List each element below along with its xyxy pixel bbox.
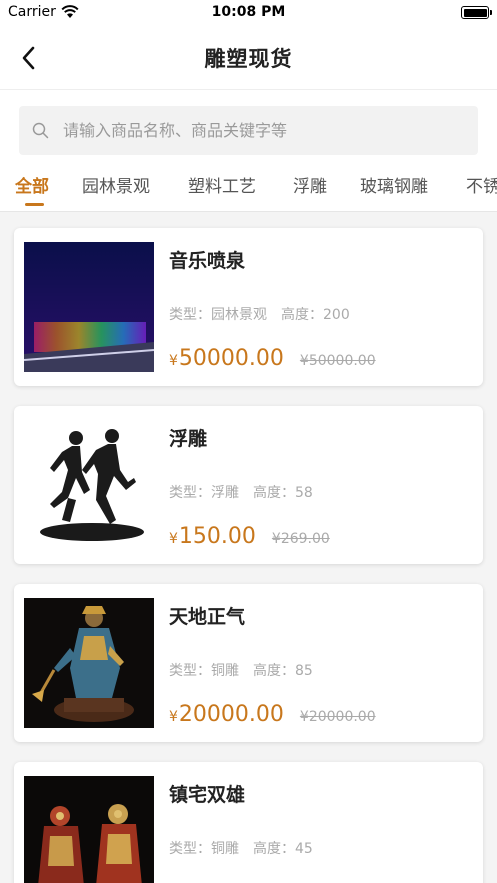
height-label: 高度： <box>281 307 323 323</box>
tab-all[interactable]: 全部 <box>15 172 49 204</box>
product-card[interactable]: 音乐喷泉 类型：园林景观 高度：200 ¥ 50000.00 ¥50000.00 <box>14 228 483 386</box>
type-value: 浮雕 <box>211 485 239 501</box>
product-meta: 类型：园林景观 高度：200 <box>169 304 358 324</box>
tab-relief[interactable]: 浮雕 <box>293 172 327 204</box>
height-label: 高度： <box>253 485 295 501</box>
product-image-twin-guardians <box>24 776 154 883</box>
original-price: ¥269.00 <box>271 531 330 547</box>
type-label: 类型： <box>169 485 211 501</box>
active-tab-indicator <box>25 203 44 206</box>
product-image-fountain <box>24 242 154 372</box>
tab-garden-landscape[interactable]: 园林景观 <box>82 172 150 204</box>
product-meta: 类型：浮雕 高度：58 <box>169 482 321 502</box>
height-value: 58 <box>295 485 313 501</box>
height-value: 45 <box>295 841 313 857</box>
type-label: 类型： <box>169 307 211 323</box>
product-card[interactable]: 浮雕 类型：浮雕 高度：58 ¥ 150.00 ¥269.00 <box>14 406 483 564</box>
price-row: ¥ 50000.00 ¥50000.00 <box>169 346 376 371</box>
search-icon <box>32 122 49 139</box>
product-card[interactable]: 镇宅双雄 类型：铜雕 高度：45 <box>14 762 483 883</box>
currency-symbol: ¥ <box>169 353 178 369</box>
sale-price: 150.00 <box>178 524 256 549</box>
product-name: 浮雕 <box>169 428 208 450</box>
type-label: 类型： <box>169 841 211 857</box>
nav-bar: 雕塑现货 <box>0 26 497 90</box>
currency-symbol: ¥ <box>169 709 178 725</box>
sale-price: 50000.00 <box>178 346 284 371</box>
original-price: ¥20000.00 <box>299 709 376 725</box>
height-label: 高度： <box>253 663 295 679</box>
type-value: 铜雕 <box>211 841 239 857</box>
search-box[interactable] <box>19 106 478 155</box>
tab-plastic-craft[interactable]: 塑料工艺 <box>188 172 256 204</box>
category-tabs: 全部 园林景观 塑料工艺 浮雕 玻璃钢雕 不锈 <box>0 158 497 212</box>
status-bar: Carrier 10:08 PM <box>0 0 497 26</box>
tab-stainless[interactable]: 不锈 <box>466 172 497 204</box>
tab-frp-sculpture[interactable]: 玻璃钢雕 <box>360 172 428 204</box>
product-card[interactable]: 天地正气 类型：铜雕 高度：85 ¥ 20000.00 ¥20000.00 <box>14 584 483 742</box>
type-label: 类型： <box>169 663 211 679</box>
battery-icon <box>461 6 492 19</box>
type-value: 园林景观 <box>211 307 267 323</box>
sale-price: 20000.00 <box>178 702 284 727</box>
height-label: 高度： <box>253 841 295 857</box>
product-name: 镇宅双雄 <box>169 784 246 806</box>
product-meta: 类型：铜雕 高度：45 <box>169 838 321 858</box>
product-image-relief <box>24 420 154 550</box>
page-title: 雕塑现货 <box>204 47 293 71</box>
clock: 10:08 PM <box>211 4 286 20</box>
price-row: ¥ 20000.00 ¥20000.00 <box>169 702 376 727</box>
original-price: ¥50000.00 <box>299 353 376 369</box>
product-name: 音乐喷泉 <box>169 250 246 272</box>
type-value: 铜雕 <box>211 663 239 679</box>
screen: Carrier 10:08 PM 雕塑现货 全部 园林景观 <box>0 0 497 883</box>
search-input[interactable] <box>63 121 453 140</box>
price-row: ¥ 150.00 ¥269.00 <box>169 524 330 549</box>
height-value: 200 <box>323 307 350 323</box>
currency-symbol: ¥ <box>169 531 178 547</box>
height-value: 85 <box>295 663 313 679</box>
search-area <box>0 90 497 158</box>
product-meta: 类型：铜雕 高度：85 <box>169 660 321 680</box>
product-image-guan-yu <box>24 598 154 728</box>
product-name: 天地正气 <box>169 606 246 628</box>
